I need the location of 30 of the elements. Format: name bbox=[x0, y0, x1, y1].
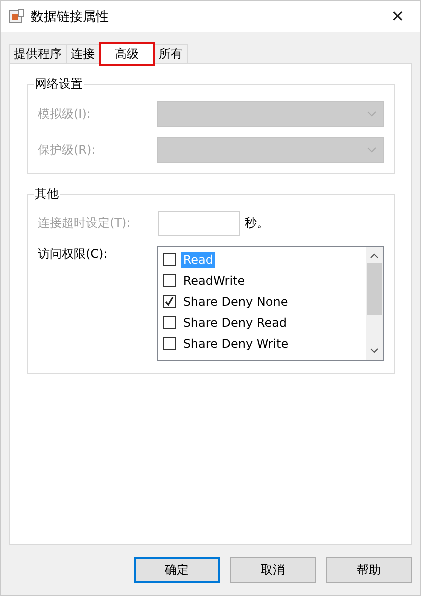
list-item[interactable]: Share Deny Read bbox=[181, 314, 290, 330]
checkbox[interactable] bbox=[163, 316, 176, 329]
checkbox[interactable] bbox=[163, 274, 176, 287]
dialog-button[interactable]: 取消 bbox=[230, 557, 316, 583]
scrollbar[interactable] bbox=[366, 247, 383, 360]
list-item[interactable]: ReadWrite bbox=[181, 272, 248, 288]
scroll-down-icon[interactable] bbox=[370, 348, 379, 354]
dialog-button[interactable]: 帮助 bbox=[326, 557, 412, 583]
chevron-down-icon bbox=[367, 111, 377, 117]
tab[interactable]: 提供程序 bbox=[9, 44, 67, 63]
group-title: 其他 bbox=[34, 186, 60, 203]
unit-label: 秒。 bbox=[245, 215, 269, 232]
close-button[interactable]: ✕ bbox=[376, 2, 420, 32]
checkbox[interactable] bbox=[163, 253, 176, 266]
checkbox[interactable] bbox=[163, 295, 176, 308]
tab[interactable]: 高级 bbox=[99, 42, 155, 66]
field-label: 连接超时设定(T): bbox=[38, 215, 132, 232]
field-label: 保护级(R): bbox=[38, 142, 97, 158]
checkbox[interactable] bbox=[163, 337, 176, 350]
field-label: 访问权限(C): bbox=[38, 246, 109, 263]
document-icon bbox=[9, 8, 25, 24]
window-title: 数据链接属性 bbox=[31, 8, 110, 26]
list-item[interactable]: Share Deny Write bbox=[181, 336, 291, 352]
scroll-up-icon[interactable] bbox=[370, 253, 379, 259]
chevron-down-icon bbox=[367, 147, 377, 153]
dialog-button[interactable]: 确定 bbox=[134, 557, 220, 583]
list-item[interactable]: Share Deny None bbox=[181, 294, 290, 310]
field-label: 模拟级(I): bbox=[38, 106, 92, 122]
tab[interactable]: 连接 bbox=[66, 44, 100, 63]
tab[interactable]: 所有 bbox=[154, 44, 188, 63]
